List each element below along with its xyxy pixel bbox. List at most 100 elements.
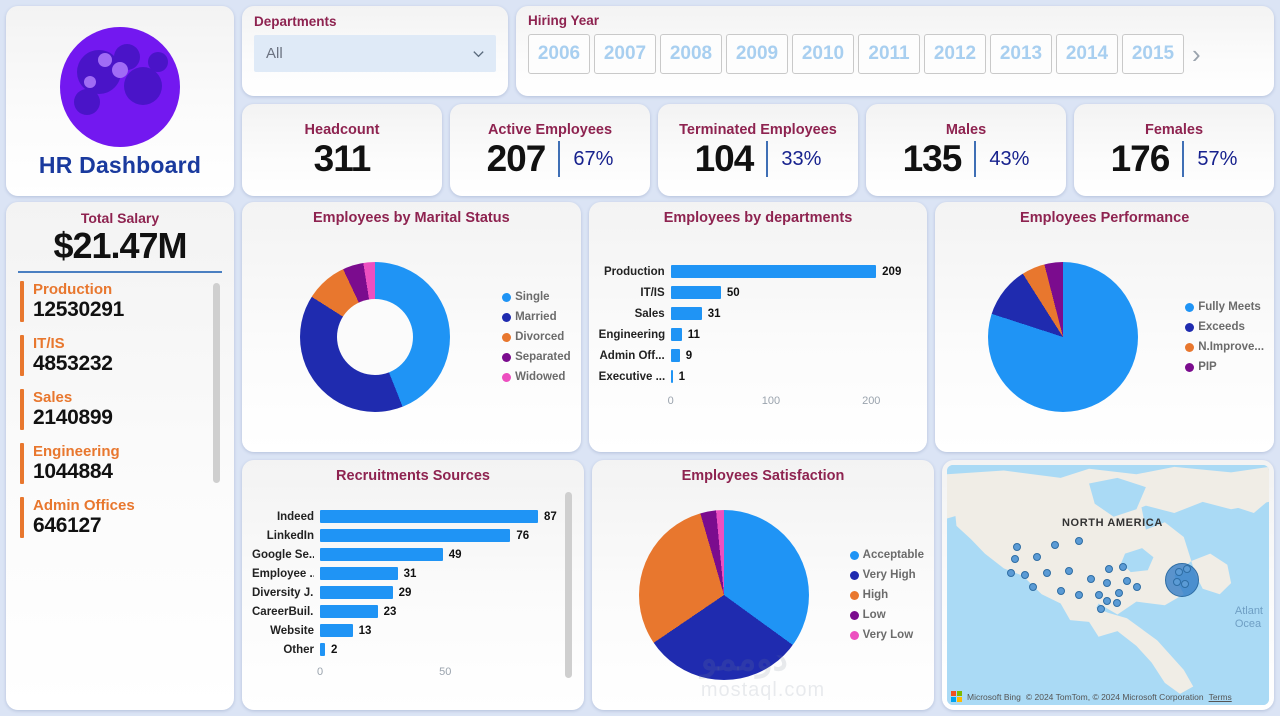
satisfaction-legend: Acceptable Very High High Low Very Low	[846, 486, 924, 704]
bar-row[interactable]: Website 13	[252, 624, 558, 637]
map-dot[interactable]	[1173, 578, 1181, 586]
legend-item[interactable]: Acceptable	[849, 549, 924, 561]
map-dot[interactable]	[1105, 565, 1113, 573]
map-dot[interactable]	[1119, 563, 1127, 571]
bar-value: 50	[726, 286, 740, 299]
bar-row[interactable]: CareerBuil... 23	[252, 605, 558, 618]
map-dot[interactable]	[1115, 589, 1123, 597]
hiring-year-2008[interactable]: 2008	[660, 34, 722, 74]
bar-row[interactable]: Other 2	[252, 643, 558, 656]
bar-value: 11	[687, 328, 700, 341]
recruitment-scrollbar[interactable]	[565, 492, 572, 678]
map-dot[interactable]	[1097, 605, 1105, 613]
bar-row[interactable]: Executive ... 1	[599, 370, 902, 383]
charts-row-bottom: Recruitments Sources Indeed 87 LinkedIn 76 G…	[242, 460, 1274, 710]
salary-list-item[interactable]: Production 12530291	[20, 281, 234, 322]
map-dot[interactable]	[1103, 579, 1111, 587]
bar-category: Other	[283, 643, 314, 656]
map-dot[interactable]	[1183, 565, 1191, 573]
legend-item[interactable]: Very High	[849, 569, 924, 581]
hiring-year-2010[interactable]: 2010	[792, 34, 854, 74]
performance-pie[interactable]	[945, 228, 1181, 446]
salary-by-department-list[interactable]: Production 12530291 IT/IS 4853232 Sales 21408…	[6, 273, 234, 710]
hiring-year-2009[interactable]: 2009	[726, 34, 788, 74]
map-dot[interactable]	[1087, 575, 1095, 583]
map-canvas[interactable]: NORTH AMERICA Atlant Ocea Microsoft Bing…	[947, 465, 1269, 705]
bar-row[interactable]: Employee ... 31	[252, 567, 558, 580]
legend-item[interactable]: N.Improve...	[1185, 341, 1264, 353]
hiring-year-2013[interactable]: 2013	[990, 34, 1052, 74]
bar-category: Indeed	[276, 510, 314, 523]
bar-row[interactable]: Admin Off... 9	[599, 349, 902, 362]
bar-row[interactable]: LinkedIn 76	[252, 529, 558, 542]
bar-row[interactable]: Diversity J... 29	[252, 586, 558, 599]
satisfaction-pie[interactable]	[602, 486, 846, 704]
divider	[974, 141, 977, 177]
legend-item[interactable]: Separated	[502, 351, 571, 363]
map-dot[interactable]	[1051, 541, 1059, 549]
map-dot[interactable]	[1113, 599, 1121, 607]
bar-fill	[670, 349, 680, 362]
bar-row[interactable]: Google Se... 49	[252, 548, 558, 561]
legend-label: Widowed	[515, 371, 566, 383]
legend-item[interactable]: PIP	[1185, 361, 1264, 373]
map-dot[interactable]	[1123, 577, 1131, 585]
x-axis: 0 50	[252, 666, 558, 680]
hiring-year-2007[interactable]: 2007	[594, 34, 656, 74]
legend-item[interactable]: Married	[502, 311, 571, 323]
map-dot[interactable]	[1029, 583, 1037, 591]
bar-value: 31	[707, 307, 721, 320]
salary-list-item[interactable]: Engineering 1044884	[20, 443, 234, 484]
map-dot[interactable]	[1181, 580, 1189, 588]
legend-item[interactable]: Very Low	[849, 629, 924, 641]
salary-list-item[interactable]: Sales 2140899	[20, 389, 234, 430]
divider	[1182, 141, 1185, 177]
marital-donut[interactable]	[252, 228, 498, 446]
map-dot[interactable]	[1103, 597, 1111, 605]
map-dot[interactable]	[1013, 543, 1021, 551]
legend-item[interactable]: High	[849, 589, 924, 601]
map-dot[interactable]	[1095, 591, 1103, 599]
legend-item[interactable]: Low	[849, 609, 924, 621]
bar-row[interactable]: Indeed 87	[252, 510, 558, 523]
bar-row[interactable]: IT/IS 50	[599, 286, 902, 299]
map-dot[interactable]	[1057, 587, 1065, 595]
bar-row[interactable]: Production 209	[599, 265, 901, 278]
map-dot[interactable]	[1075, 537, 1083, 545]
map-dot[interactable]	[1065, 567, 1073, 575]
hiring-year-2015[interactable]: 2015	[1122, 34, 1184, 74]
departments-filter[interactable]: Departments All	[242, 6, 508, 96]
legend-color-dot	[849, 590, 859, 600]
map-dot[interactable]	[1133, 583, 1141, 591]
departments-dropdown[interactable]: All	[254, 35, 496, 72]
legend-item[interactable]: Fully Meets	[1185, 301, 1264, 313]
hiring-year-2006[interactable]: 2006	[528, 34, 590, 74]
salary-list-item[interactable]: IT/IS 4853232	[20, 335, 234, 376]
map-dot[interactable]	[1011, 555, 1019, 563]
legend-item[interactable]: Exceeds	[1185, 321, 1264, 333]
kpi-label: Males	[945, 121, 987, 138]
map-dot[interactable]	[1075, 591, 1083, 599]
map-dot[interactable]	[1021, 571, 1029, 579]
legend-item[interactable]: Single	[502, 291, 571, 303]
legend-item[interactable]: Widowed	[502, 371, 571, 383]
salary-scrollbar[interactable]	[213, 283, 220, 483]
map-terms-link[interactable]: Terms	[1209, 692, 1232, 702]
bar-value: 29	[398, 586, 412, 599]
chevron-right-icon[interactable]: ›	[1188, 41, 1201, 67]
bar-category: Employee ...	[252, 567, 314, 580]
bar-row[interactable]: Sales 31	[599, 307, 902, 320]
salary-list-item[interactable]: Admin Offices 646127	[20, 497, 234, 538]
legend-item[interactable]: Divorced	[502, 331, 571, 343]
map-dot[interactable]	[1043, 569, 1051, 577]
bar-row[interactable]: Engineering 11	[599, 328, 902, 341]
map-dot[interactable]	[1033, 553, 1041, 561]
map-dot[interactable]	[1007, 569, 1015, 577]
hiring-year-2011[interactable]: 2011	[858, 34, 920, 74]
hiring-year-2012[interactable]: 2012	[924, 34, 986, 74]
map-dot[interactable]	[1175, 568, 1183, 576]
hiring-year-2014[interactable]: 2014	[1056, 34, 1118, 74]
departments-bars[interactable]: Production 209 IT/IS 50 Sales 31 Engineering 11…	[599, 228, 918, 446]
recruitment-bars[interactable]: Indeed 87 LinkedIn 76 Google Se... 49 Employee…	[252, 486, 574, 704]
employee-locations-map[interactable]: NORTH AMERICA Atlant Ocea Microsoft Bing…	[942, 460, 1274, 710]
